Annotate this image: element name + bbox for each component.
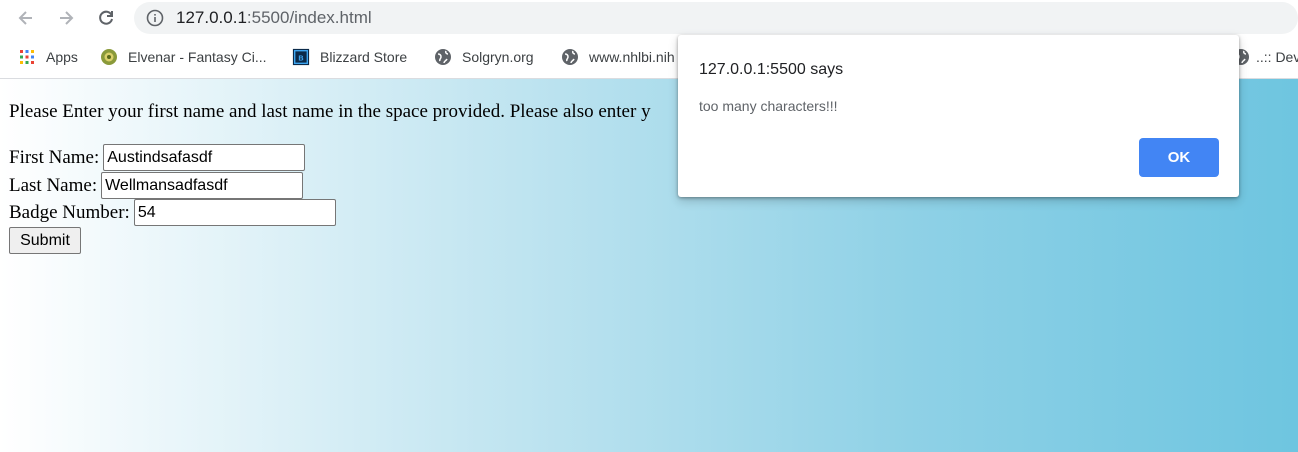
apps-grid-icon (18, 48, 36, 66)
bookmark-label: Solgryn.org (462, 49, 534, 65)
forward-button[interactable] (52, 4, 80, 32)
globe-icon (561, 48, 579, 66)
badge-number-label: Badge Number: (9, 201, 130, 223)
bookmark-apps[interactable]: Apps (18, 46, 78, 68)
arrow-left-icon (18, 11, 32, 25)
bookmark-label: Apps (46, 49, 78, 65)
address-bar[interactable]: 127.0.0.1:5500/index.html (134, 2, 1298, 34)
alert-dialog: 127.0.0.1:5500 says too many characters!… (678, 35, 1239, 197)
alert-title: 127.0.0.1:5500 says (699, 61, 844, 78)
bookmark-label: Blizzard Store (320, 49, 408, 65)
back-button[interactable] (12, 4, 40, 32)
last-name-label: Last Name: (9, 174, 98, 196)
bookmark-label: ..:: Dev (1256, 49, 1298, 65)
url-host: 127.0.0.1 (176, 8, 247, 27)
arrow-right-icon (60, 11, 74, 25)
first-name-label: First Name: (9, 146, 100, 168)
last-name-row: Last Name: (9, 172, 304, 199)
first-name-input[interactable] (103, 144, 306, 171)
last-name-input[interactable] (101, 172, 304, 199)
url-text[interactable]: 127.0.0.1:5500/index.html (176, 8, 372, 28)
ok-button[interactable]: OK (1139, 138, 1219, 177)
bookmark-blizzard[interactable]: B Blizzard Store (292, 46, 407, 68)
bookmark-elvenar[interactable]: Elvenar - Fantasy Ci... (100, 46, 267, 68)
bookmark-dev[interactable]: ..:: Dev (1232, 46, 1298, 68)
submit-button[interactable]: Submit (9, 227, 81, 254)
reload-button[interactable] (92, 4, 120, 32)
first-name-row: First Name: (9, 144, 306, 171)
elvenar-icon (100, 48, 118, 66)
badge-number-input[interactable] (133, 199, 336, 226)
intro-text: Please Enter your first name and last na… (9, 101, 651, 122)
badge-number-row: Badge Number: (9, 199, 336, 226)
url-path: :5500/index.html (246, 8, 372, 27)
svg-text:B: B (298, 54, 303, 63)
blizzard-icon: B (292, 48, 310, 66)
browser-toolbar: 127.0.0.1:5500/index.html (0, 0, 1298, 36)
bookmark-label: www.nhlbi.nih (589, 49, 675, 65)
reload-icon (99, 10, 113, 25)
globe-icon (434, 48, 452, 66)
info-icon[interactable] (146, 9, 164, 32)
bookmark-solgryn[interactable]: Solgryn.org (434, 46, 534, 68)
bookmark-nhlbi[interactable]: www.nhlbi.nih (561, 46, 675, 68)
bookmark-label: Elvenar - Fantasy Ci... (128, 49, 267, 65)
alert-message: too many characters!!! (699, 98, 838, 114)
